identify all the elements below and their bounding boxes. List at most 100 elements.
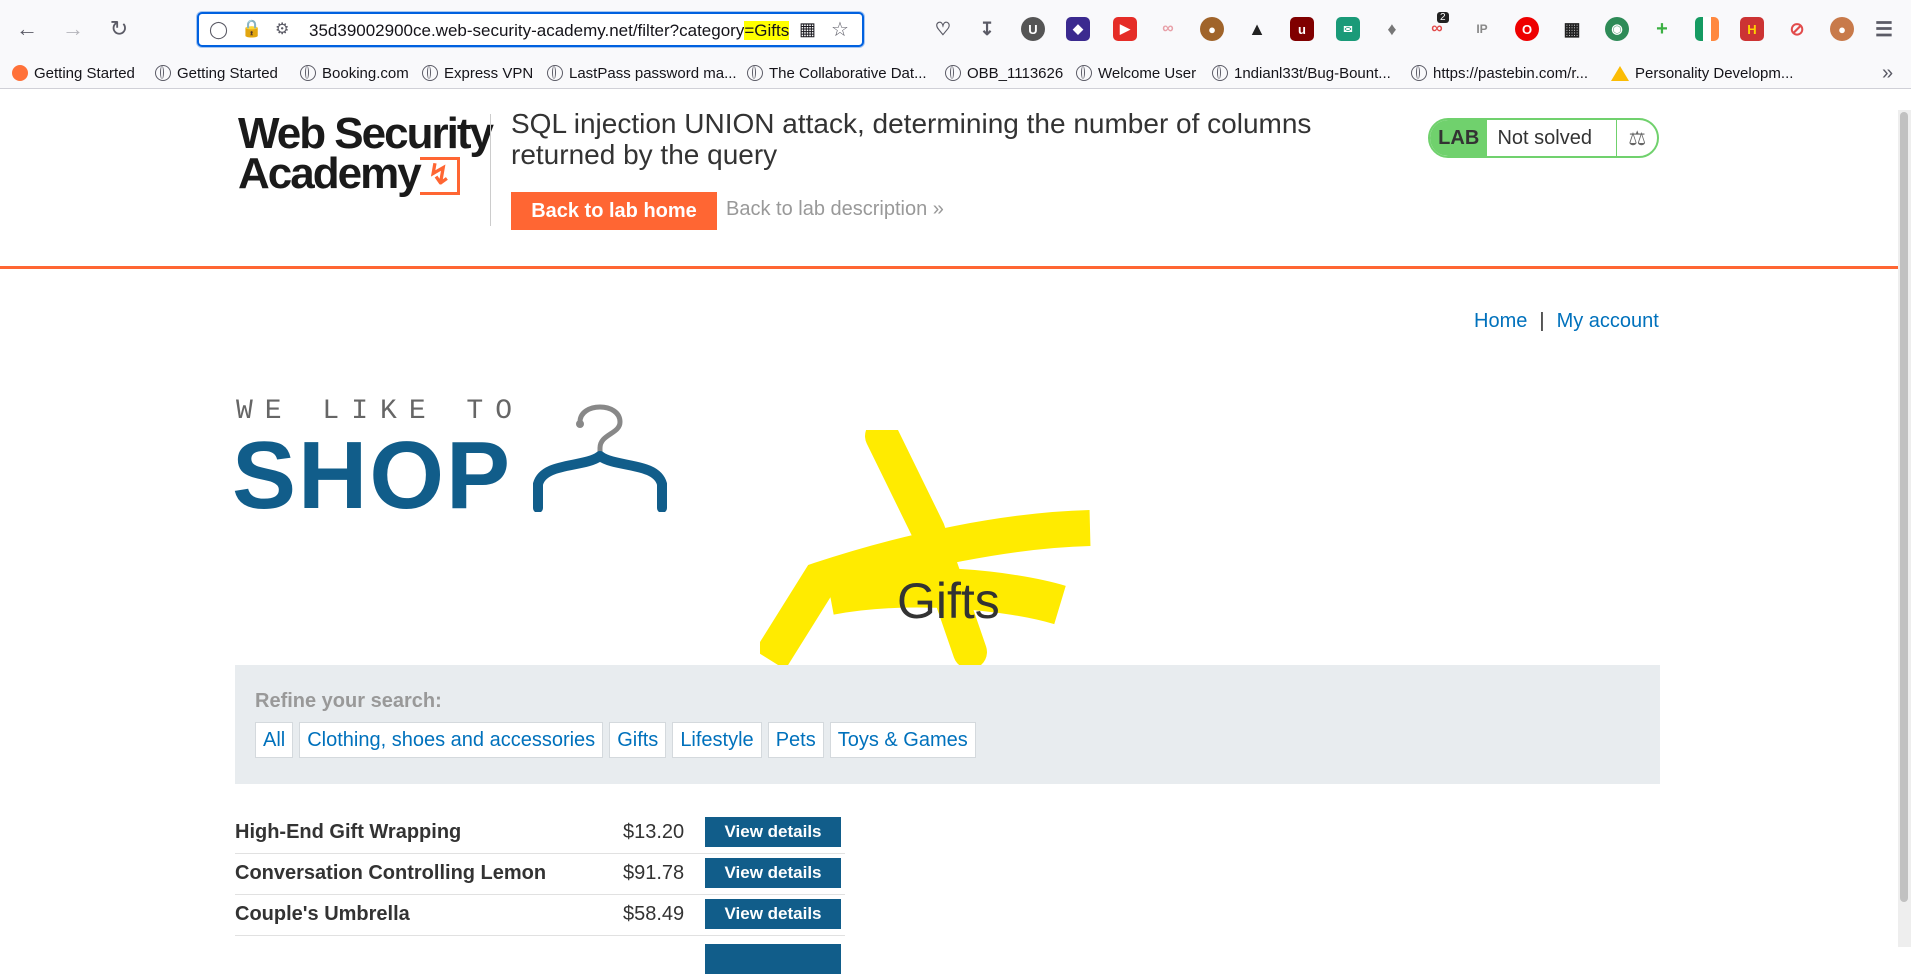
url-text[interactable]: 35d39002900ce.web-security-academy.net/f… <box>309 21 790 41</box>
back-to-lab-home-button[interactable]: Back to lab home <box>511 192 717 230</box>
globe-icon <box>1411 65 1427 81</box>
lab-status-badge: LAB Not solved ⚖ <box>1428 118 1659 158</box>
filter-clothing[interactable]: Clothing, shoes and accessories <box>299 722 604 758</box>
globe-icon <box>1076 65 1092 81</box>
category-title: Gifts <box>897 573 1000 629</box>
header-rule <box>0 266 1898 269</box>
product-price: $13.20 <box>623 821 685 843</box>
view-details-button[interactable]: View details <box>705 858 841 888</box>
reload-icon[interactable]: ↻ <box>104 14 134 44</box>
youtube-icon[interactable]: ▶ <box>1113 17 1137 41</box>
forward-arrow-icon[interactable]: → <box>58 14 88 44</box>
mail-icon[interactable]: ✉ <box>1336 17 1360 41</box>
bookmark-item[interactable]: The Collaborative Dat... <box>747 61 927 85</box>
logo-line-2: Academy <box>238 149 422 198</box>
category-filters: All Clothing, shoes and accessories Gift… <box>255 722 976 758</box>
shield-icon[interactable]: ◯ <box>209 20 228 40</box>
hackbar-icon[interactable]: H <box>1740 17 1764 41</box>
extension-badge: 2 <box>1437 12 1449 23</box>
bookmark-star-icon[interactable]: ☆ <box>831 17 849 42</box>
spy-icon[interactable]: ▲ <box>1245 17 1269 41</box>
product-row: High-End Gift Wrapping $13.20 View detai… <box>235 813 845 854</box>
chain-icon[interactable]: ∞ <box>1156 17 1180 41</box>
view-details-button[interactable]: View details <box>705 817 841 847</box>
back-arrow-icon[interactable]: ← <box>12 14 42 44</box>
block-icon[interactable]: ⊘ <box>1785 17 1809 41</box>
address-bar[interactable]: ◯ 🔒 ⚙ 35d39002900ce.web-security-academy… <box>197 12 864 47</box>
bookmark-item[interactable]: Booking.com <box>300 61 409 85</box>
layers-icon[interactable]: ◆ <box>1066 17 1090 41</box>
permissions-icon[interactable]: ⚙ <box>275 19 289 39</box>
bookmark-item[interactable]: 1ndianl33t/Bug-Bount... <box>1212 61 1391 85</box>
ublock-origin-icon[interactable]: u <box>1290 17 1314 41</box>
globe-icon <box>547 65 563 81</box>
lab-status: Not solved <box>1497 126 1592 149</box>
home-link[interactable]: Home <box>1474 310 1527 332</box>
filter-gifts[interactable]: Gifts <box>609 722 667 758</box>
bookmarks-overflow-icon[interactable]: » <box>1882 61 1893 85</box>
product-row: Conversation Controlling Lemon $91.78 Vi… <box>235 854 845 895</box>
opera-icon[interactable]: O <box>1515 17 1539 41</box>
puzzle-icon[interactable]: ♦ <box>1380 17 1404 41</box>
bookmark-item[interactable]: Getting Started <box>12 61 135 85</box>
product-price: $58.49 <box>623 903 685 925</box>
globe-icon <box>747 65 763 81</box>
product-name: High-End Gift Wrapping <box>235 821 462 843</box>
ip-icon[interactable]: IP <box>1470 17 1494 41</box>
product-name: Couple's Umbrella <box>235 903 410 925</box>
nav-separator: | <box>1539 310 1545 332</box>
pocket-icon[interactable]: ♡ <box>931 17 955 41</box>
product-list: High-End Gift Wrapping $13.20 View detai… <box>235 813 845 976</box>
globe-icon <box>945 65 961 81</box>
url-highlight: =Gifts <box>744 21 790 40</box>
view-details-button[interactable]: View details <box>705 899 841 929</box>
google-drive-icon <box>1611 65 1629 81</box>
product-name: Conversation Controlling Lemon <box>235 862 547 884</box>
bookmark-item[interactable]: Welcome User <box>1076 61 1196 85</box>
hanger-icon <box>533 404 667 512</box>
filter-all[interactable]: All <box>255 722 294 758</box>
globe-icon <box>422 65 438 81</box>
back-to-lab-description-link[interactable]: Back to lab description » <box>726 198 944 221</box>
plus-icon[interactable]: + <box>1650 17 1674 41</box>
academy-logo[interactable]: Web Security Academy ↯ <box>238 112 494 198</box>
grid-icon[interactable]: ▦ <box>799 19 816 40</box>
lightning-bolt-icon: ↯ <box>419 157 460 196</box>
bookmark-item[interactable]: Getting Started <box>155 61 278 85</box>
top-nav: Home | My account <box>1474 310 1659 333</box>
lab-title: SQL injection UNION attack, determining … <box>511 108 1312 170</box>
product-price: $91.78 <box>623 862 685 884</box>
palette-icon[interactable]: ● <box>1830 17 1854 41</box>
view-details-button-partial[interactable] <box>705 944 841 974</box>
filter-toys-games[interactable]: Toys & Games <box>829 722 976 758</box>
globe-icon <box>1212 65 1228 81</box>
my-account-link[interactable]: My account <box>1557 310 1659 332</box>
product-row-partial <box>235 936 845 976</box>
downloads-icon[interactable]: ↧ <box>975 17 999 41</box>
scrollbar-thumb[interactable] <box>1900 112 1908 902</box>
bookmark-item[interactable]: LastPass password ma... <box>547 61 737 85</box>
globe-icon <box>155 65 171 81</box>
double-chevron-right-icon: » <box>932 198 944 220</box>
lock-icon[interactable]: 🔒 <box>241 19 262 39</box>
flask-icon: ⚖ <box>1616 120 1657 156</box>
firefox-icon <box>12 65 28 81</box>
cookie-icon[interactable]: ● <box>1200 17 1224 41</box>
product-row: Couple's Umbrella $58.49 View details <box>235 895 845 936</box>
bookmark-item[interactable]: Express VPN <box>422 61 533 85</box>
header-divider <box>490 114 491 226</box>
ublock-u-icon[interactable]: U <box>1021 17 1045 41</box>
lab-label: LAB <box>1430 120 1488 156</box>
bookmark-item[interactable]: https://pastebin.com/r... <box>1411 61 1588 85</box>
apps-grid-icon[interactable]: ▦ <box>1560 17 1584 41</box>
highlight-scribble <box>760 430 1091 670</box>
ireland-flag-icon[interactable] <box>1695 17 1719 41</box>
globe-icon[interactable]: ◉ <box>1605 17 1629 41</box>
bookmark-item[interactable]: OBB_1113626 <box>945 61 1063 85</box>
refine-search-label: Refine your search: <box>255 690 442 712</box>
globe-icon <box>300 65 316 81</box>
bookmark-item[interactable]: Personality Developm... <box>1611 61 1793 85</box>
filter-lifestyle[interactable]: Lifestyle <box>672 722 762 758</box>
menu-icon[interactable]: ☰ <box>1872 17 1896 41</box>
filter-pets[interactable]: Pets <box>767 722 824 758</box>
